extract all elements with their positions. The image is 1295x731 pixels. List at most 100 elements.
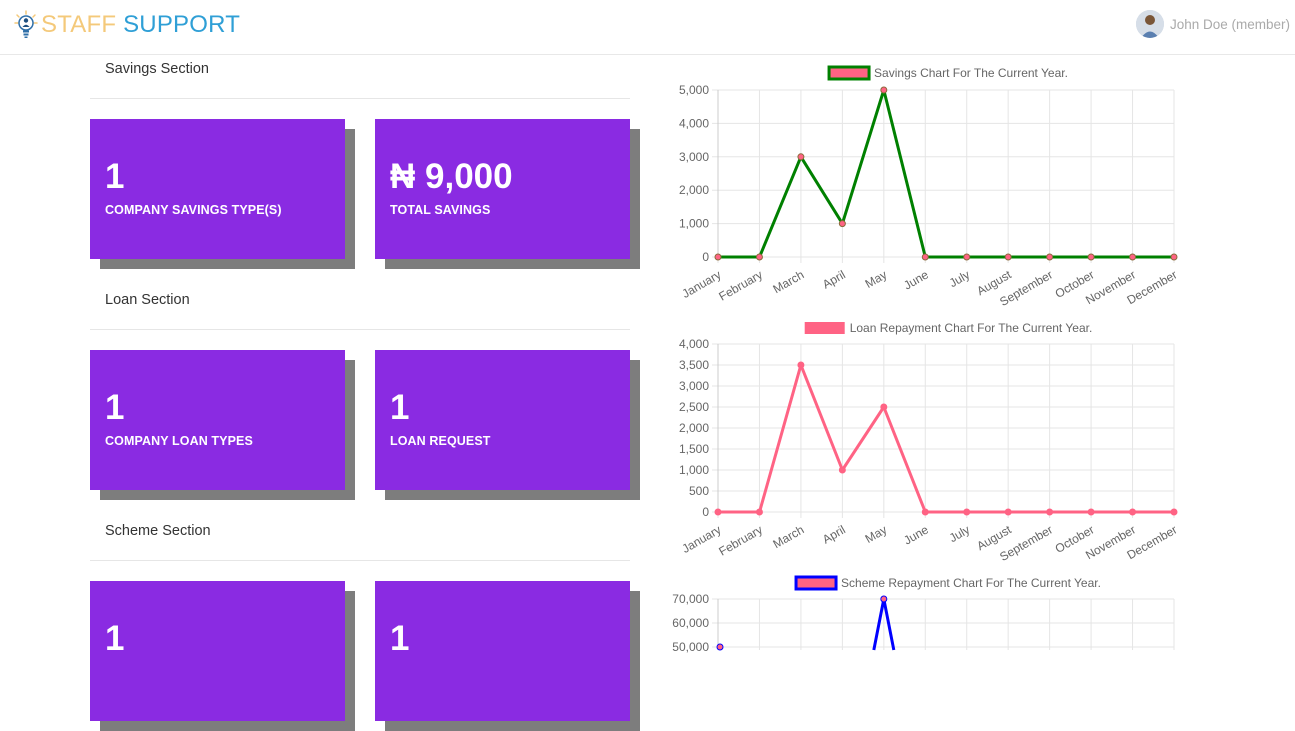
chart-y-tick-label: 1,000 bbox=[679, 463, 709, 477]
savings-chart: Savings Chart For The Current Year. 5,000… bbox=[660, 60, 1190, 309]
chart-x-tick-label: June bbox=[901, 522, 931, 547]
scheme-card-1[interactable]: 1 bbox=[90, 581, 345, 721]
company-savings-types-card-wrap: 1 COMPANY SAVINGS TYPE(S) bbox=[90, 119, 355, 269]
chart-x-tick-label: June bbox=[901, 267, 931, 292]
chart-x-tick-label: May bbox=[863, 267, 890, 290]
chart-data-point bbox=[880, 595, 888, 603]
chart-x-tick-label: February bbox=[716, 267, 765, 303]
chart-series-line bbox=[718, 363, 1174, 514]
chart-y-tick-label: 2,500 bbox=[679, 400, 709, 414]
card-label: COMPANY SAVINGS TYPE(S) bbox=[105, 203, 282, 217]
chart-x-tick-label: July bbox=[947, 267, 972, 290]
loan-request-card[interactable]: 1 LOAN REQUEST bbox=[375, 350, 630, 490]
chart-data-point bbox=[921, 253, 929, 261]
user-menu[interactable]: John Doe (member) bbox=[1135, 10, 1290, 38]
chart-data-point bbox=[838, 220, 846, 228]
scheme-repayment-chart: Scheme Repayment Chart For The Current Y… bbox=[660, 570, 1190, 654]
chart-data-point bbox=[838, 466, 846, 474]
chart-y-tick-label: 2,000 bbox=[679, 183, 709, 197]
chart-data-point bbox=[1170, 253, 1178, 261]
chart-data-point bbox=[1087, 253, 1095, 261]
section-divider bbox=[90, 560, 630, 561]
chart-y-tick-label: 0 bbox=[702, 505, 709, 519]
chart-series-line bbox=[718, 88, 1174, 259]
savings-line-chart: Savings Chart For The Current Year. 5,000… bbox=[679, 65, 1180, 309]
chart-data-point bbox=[1004, 253, 1012, 261]
chart-y-tick-label: 50,000 bbox=[672, 640, 709, 654]
chart-data-point bbox=[797, 153, 805, 161]
user-name: John Doe (member) bbox=[1169, 16, 1290, 32]
chart-y-tick-label: 3,500 bbox=[679, 358, 709, 372]
chart-data-point bbox=[1004, 508, 1012, 516]
brand-name-staff: STAFF bbox=[41, 11, 117, 38]
card-value: 1 bbox=[105, 619, 125, 658]
chart-data-point bbox=[880, 86, 888, 94]
chart-legend-label: Loan Repayment Chart For The Current Yea… bbox=[850, 321, 1093, 335]
card-value: 1 bbox=[390, 388, 410, 427]
top-navbar: STAFF SUPPORT John Doe (member) bbox=[0, 0, 1295, 55]
card-value: 1 bbox=[105, 388, 125, 427]
loan-repayment-line-chart: Loan Repayment Chart For The Current Yea… bbox=[679, 321, 1180, 564]
company-loan-types-card[interactable]: 1 COMPANY LOAN TYPES bbox=[90, 350, 345, 490]
chart-y-tick-label: 0 bbox=[702, 250, 709, 264]
chart-y-tick-label: 4,000 bbox=[679, 337, 709, 351]
chart-x-tick-label: May bbox=[863, 522, 890, 545]
chart-data-point bbox=[880, 403, 888, 411]
chart-legend-label: Scheme Repayment Chart For The Current Y… bbox=[841, 576, 1101, 590]
chart-y-tick-label: 3,000 bbox=[679, 379, 709, 393]
chart-y-tick-label: 3,000 bbox=[679, 150, 709, 164]
loan-repayment-chart: Loan Repayment Chart For The Current Yea… bbox=[660, 315, 1190, 564]
chart-data-point bbox=[714, 253, 722, 261]
total-savings-card-wrap: ₦ 9,000 TOTAL SAVINGS bbox=[375, 119, 640, 269]
card-value: ₦ 9,000 bbox=[390, 157, 513, 196]
chart-x-tick-label: July bbox=[947, 522, 972, 545]
chart-x-tick-label: April bbox=[820, 267, 848, 291]
chart-x-tick-label: March bbox=[771, 522, 807, 551]
company-loan-types-card-wrap: 1 COMPANY LOAN TYPES bbox=[90, 350, 355, 500]
chart-x-tick-label: January bbox=[680, 267, 724, 300]
chart-data-point bbox=[921, 508, 929, 516]
chart-x-tick-label: February bbox=[716, 522, 765, 558]
chart-legend-label: Savings Chart For The Current Year. bbox=[874, 66, 1068, 80]
brand-space bbox=[116, 11, 123, 39]
scheme-section-title: Scheme Section bbox=[105, 523, 211, 539]
chart-x-tick-label: January bbox=[680, 522, 724, 555]
chart-y-tick-label: 5,000 bbox=[679, 83, 709, 97]
chart-data-point bbox=[1129, 253, 1137, 261]
chart-y-tick-label: 2,000 bbox=[679, 421, 709, 435]
chart-legend-swatch bbox=[827, 65, 871, 81]
chart-y-tick-label: 60,000 bbox=[672, 616, 709, 630]
chart-data-point bbox=[963, 253, 971, 261]
card-value: 1 bbox=[390, 619, 410, 658]
chart-y-tick-label: 1,500 bbox=[679, 442, 709, 456]
chart-y-tick-label: 500 bbox=[689, 484, 709, 498]
brand-logo-link[interactable]: STAFF SUPPORT bbox=[14, 10, 240, 40]
brand-name-support: SUPPORT bbox=[123, 11, 241, 38]
chart-data-point bbox=[797, 361, 805, 369]
chart-data-point bbox=[716, 643, 724, 651]
card-label: TOTAL SAVINGS bbox=[390, 203, 491, 217]
section-divider bbox=[90, 98, 630, 99]
loan-request-card-wrap: 1 LOAN REQUEST bbox=[375, 350, 640, 500]
chart-y-tick-label: 4,000 bbox=[679, 116, 709, 130]
card-label: LOAN REQUEST bbox=[390, 434, 491, 448]
scheme-card-1-wrap: 1 bbox=[90, 581, 355, 731]
scheme-repayment-line-chart: Scheme Repayment Chart For The Current Y… bbox=[672, 575, 1175, 654]
chart-data-point bbox=[755, 253, 763, 261]
chart-y-tick-label: 70,000 bbox=[672, 592, 709, 606]
total-savings-card[interactable]: ₦ 9,000 TOTAL SAVINGS bbox=[375, 119, 630, 259]
chart-legend-swatch bbox=[804, 322, 845, 334]
loan-section-title: Loan Section bbox=[105, 292, 190, 308]
chart-data-point bbox=[1170, 508, 1178, 516]
section-divider bbox=[90, 329, 630, 330]
chart-x-tick-label: March bbox=[771, 267, 807, 296]
card-label: COMPANY LOAN TYPES bbox=[105, 434, 253, 448]
scheme-card-2-wrap: 1 bbox=[375, 581, 640, 731]
card-value: 1 bbox=[105, 157, 125, 196]
chart-data-point bbox=[1129, 508, 1137, 516]
scheme-card-2[interactable]: 1 bbox=[375, 581, 630, 721]
chart-data-point bbox=[1087, 508, 1095, 516]
chart-data-point bbox=[1046, 253, 1054, 261]
chart-x-tick-label: April bbox=[820, 522, 848, 546]
company-savings-types-card[interactable]: 1 COMPANY SAVINGS TYPE(S) bbox=[90, 119, 345, 259]
